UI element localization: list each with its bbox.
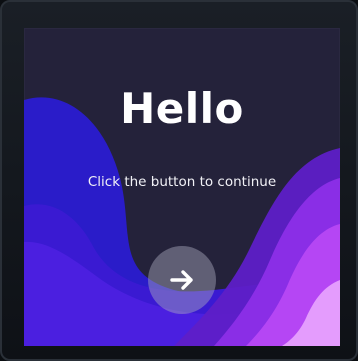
continue-button[interactable] — [148, 246, 216, 314]
arrow-right-icon — [167, 265, 197, 295]
app-screen: Hello Click the button to continue — [24, 28, 340, 346]
page-title: Hello — [120, 84, 244, 133]
instruction-text: Click the button to continue — [87, 174, 277, 190]
device-frame: Hello Click the button to continue — [0, 0, 358, 361]
